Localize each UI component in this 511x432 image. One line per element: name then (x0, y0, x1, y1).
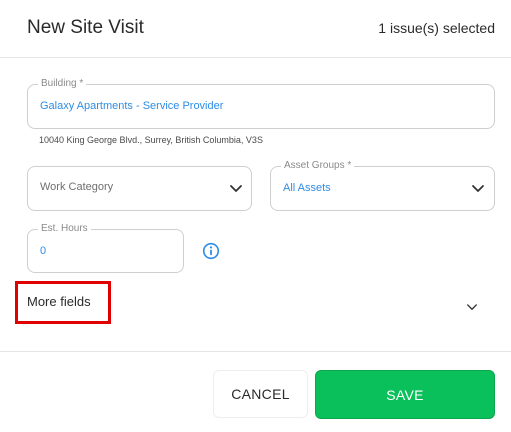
footer-divider (0, 351, 511, 352)
asset-groups-value: All Assets (283, 182, 331, 194)
asset-groups-select[interactable]: Asset Groups * All Assets (270, 160, 495, 211)
save-button[interactable]: SAVE (315, 370, 495, 419)
est-hours-field[interactable]: Est. Hours 0 (27, 223, 184, 273)
dialog-header: New Site Visit 1 issue(s) selected (0, 0, 511, 58)
chevron-down-icon (230, 185, 242, 192)
cancel-button[interactable]: CANCEL (213, 370, 308, 418)
building-field[interactable]: Building * Galaxy Apartments - Service P… (27, 78, 495, 129)
asset-groups-label: Asset Groups * (281, 160, 355, 172)
building-address: 10040 King George Blvd., Surrey, British… (39, 135, 263, 145)
est-hours-value: 0 (40, 245, 47, 257)
info-icon[interactable] (202, 242, 220, 260)
chevron-down-icon[interactable] (466, 303, 478, 312)
est-hours-label: Est. Hours (38, 223, 91, 235)
more-fields-toggle[interactable]: More fields (27, 294, 91, 309)
selection-count: 1 issue(s) selected (378, 20, 495, 36)
building-value: Galaxy Apartments - Service Provider (40, 100, 224, 112)
dialog-title: New Site Visit (27, 17, 144, 38)
building-label: Building * (38, 78, 87, 90)
work-category-placeholder: Work Category (40, 181, 114, 193)
chevron-down-icon (472, 185, 484, 192)
work-category-select[interactable]: Work Category (27, 166, 252, 211)
